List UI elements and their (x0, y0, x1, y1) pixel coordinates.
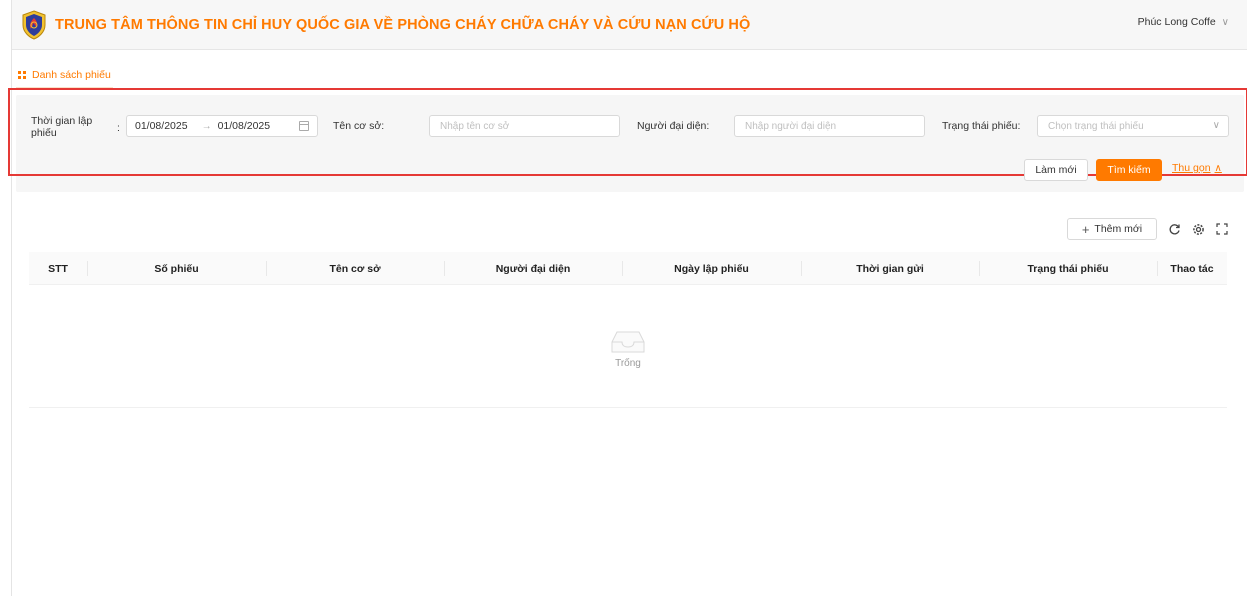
app-root: TRUNG TÂM THÔNG TIN CHỈ HUY QUỐC GIA VỀ … (0, 0, 1247, 596)
chevron-up-icon: ∧ (1214, 162, 1222, 174)
user-menu[interactable]: Phúc Long Coffe ∨ (1138, 16, 1229, 28)
facility-input[interactable]: Nhập tên cơ sở (429, 115, 620, 137)
chevron-down-icon: ∨ (1221, 16, 1229, 28)
search-button[interactable]: Tìm kiếm (1096, 159, 1162, 181)
date-range-picker[interactable]: 01/08/2025 → 01/08/2025 (126, 115, 318, 137)
representative-input[interactable]: Nhập người đại diện (734, 115, 925, 137)
status-label: Trạng thái phiếu: (942, 120, 1021, 132)
date-range-colon: : (117, 122, 120, 134)
date-range-label: Thời gian lập phiếu (31, 115, 93, 139)
empty-text: Trống (615, 358, 641, 369)
logo-icon (22, 9, 46, 40)
column-header-nguoi-dai-dien[interactable]: Người đại diện (444, 252, 622, 285)
app-title: TRUNG TÂM THÔNG TIN CHỈ HUY QUỐC GIA VỀ … (55, 16, 751, 33)
refresh-icon[interactable] (1167, 222, 1181, 236)
plus-icon: + (1081, 221, 1090, 237)
column-header-ten-co-so[interactable]: Tên cơ sở (266, 252, 444, 285)
collapse-link[interactable]: Thu gọn ∧ (1172, 162, 1222, 174)
facility-label: Tên cơ sở: (333, 120, 385, 132)
add-new-button[interactable]: + Thêm mới (1067, 218, 1157, 240)
column-header-thao-tac[interactable]: Thao tác (1157, 252, 1227, 285)
representative-label: Người đại diện: (637, 120, 710, 132)
date-from[interactable]: 01/08/2025 (135, 120, 188, 132)
column-header-ngay-lap-phieu[interactable]: Ngày lập phiếu (622, 252, 801, 285)
tab-bar: Danh sách phiếu (12, 57, 1247, 91)
tab-label: Danh sách phiếu (32, 69, 111, 81)
collapse-label: Thu gọn (1172, 162, 1211, 174)
date-to[interactable]: 01/08/2025 (218, 120, 271, 132)
table-toolbar: + Thêm mới (1067, 218, 1229, 240)
top-header: TRUNG TÂM THÔNG TIN CHỈ HUY QUỐC GIA VỀ … (12, 0, 1247, 50)
empty-inbox-icon (611, 331, 645, 353)
add-new-label: Thêm mới (1094, 223, 1143, 235)
column-header-trang-thai-phieu[interactable]: Trạng thái phiếu (979, 252, 1157, 285)
column-header-thoi-gian-gui[interactable]: Thời gian gửi (801, 252, 979, 285)
column-header-stt[interactable]: STT (29, 252, 87, 285)
calendar-icon (299, 121, 309, 131)
user-name: Phúc Long Coffe (1137, 16, 1216, 28)
status-placeholder: Chọn trạng thái phiếu (1048, 120, 1144, 132)
grid-icon (18, 71, 26, 79)
column-header-so-phieu[interactable]: Số phiếu (87, 252, 266, 285)
status-select[interactable]: Chọn trạng thái phiếu ∨ (1037, 115, 1229, 137)
settings-icon[interactable] (1191, 222, 1205, 236)
reset-button[interactable]: Làm mới (1024, 159, 1088, 181)
fullscreen-icon[interactable] (1215, 222, 1229, 236)
tab-danh-sach-phieu[interactable]: Danh sách phiếu (16, 63, 113, 89)
arrow-right-icon: → (201, 120, 212, 132)
table-header: STT Số phiếu Tên cơ sở Người đại diện Ng… (29, 252, 1227, 285)
chevron-down-icon: ∨ (1212, 120, 1220, 131)
table-empty-state: Trống (29, 286, 1227, 408)
